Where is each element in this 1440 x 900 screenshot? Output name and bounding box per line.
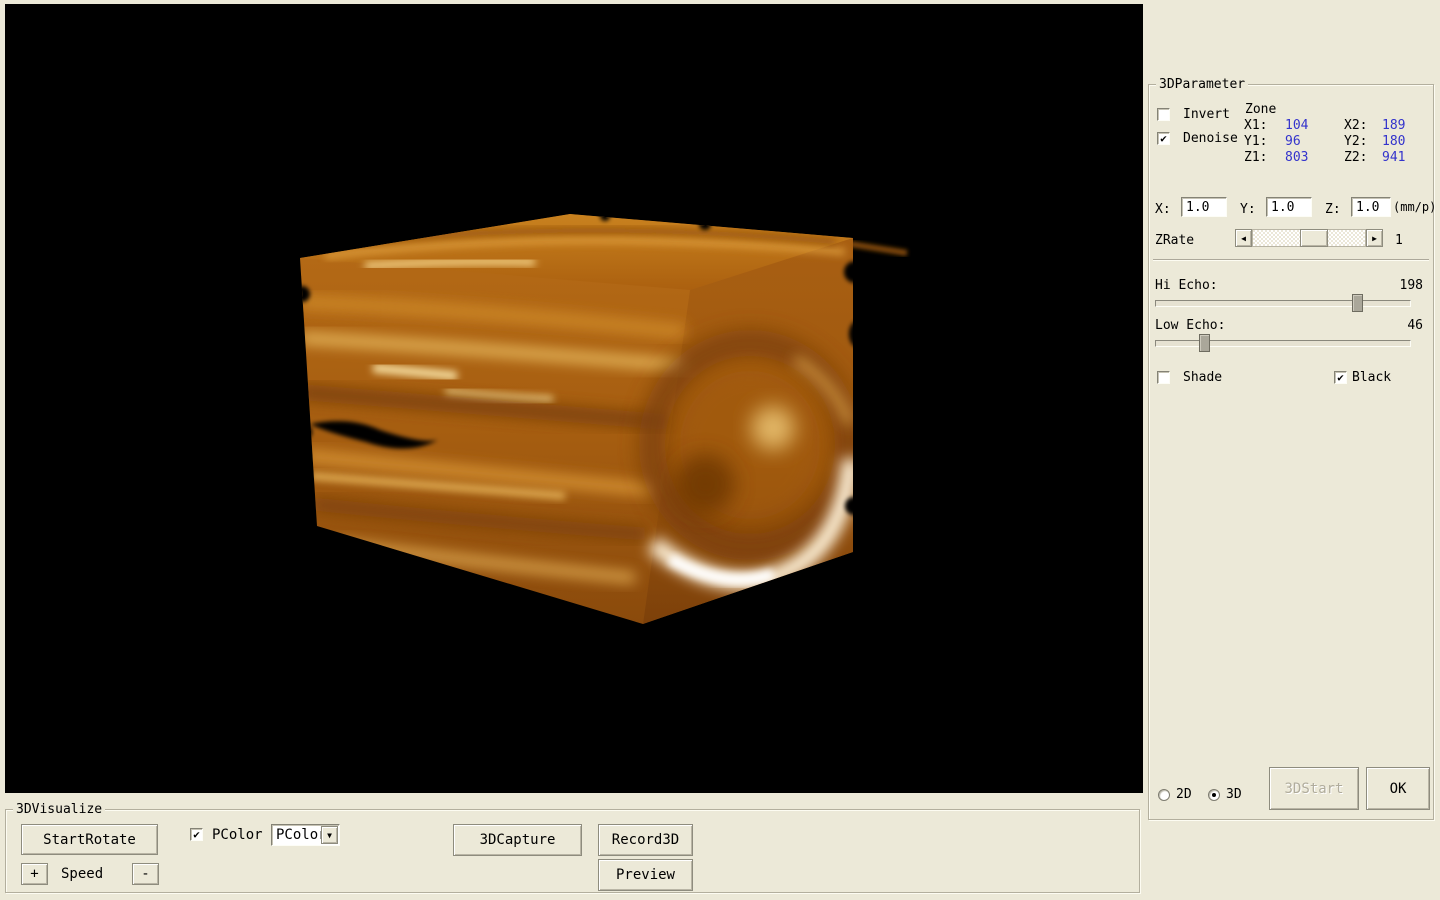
zone-z1-value: 803 bbox=[1285, 150, 1308, 165]
radio-dot-icon bbox=[1212, 793, 1216, 797]
zone-title: Zone bbox=[1245, 102, 1276, 117]
speed-minus-button[interactable]: - bbox=[132, 863, 159, 885]
pcolor-dropdown-value: PColor bbox=[276, 827, 327, 843]
zone-z1-label: Z1: bbox=[1244, 150, 1267, 165]
low-echo-slider-thumb[interactable] bbox=[1199, 334, 1210, 352]
capture-3d-button[interactable]: 3DCapture bbox=[453, 824, 582, 856]
low-echo-label: Low Echo: bbox=[1155, 318, 1225, 333]
pcolor-dropdown-button[interactable]: ▼ bbox=[321, 826, 338, 844]
low-echo-slider-track[interactable] bbox=[1155, 340, 1411, 347]
scroll-left-icon: ◀ bbox=[1241, 234, 1246, 243]
zrate-scroll-left-button[interactable]: ◀ bbox=[1235, 229, 1252, 247]
visualize-panel: 3DVisualize StartRotate + Speed - ✔ PCol… bbox=[5, 809, 1140, 893]
parameter-panel-title: 3DParameter bbox=[1156, 77, 1248, 92]
start-3d-button[interactable]: 3DStart bbox=[1269, 767, 1359, 810]
scale-x-input[interactable] bbox=[1181, 197, 1227, 217]
invert-label: Invert bbox=[1183, 107, 1230, 122]
hi-echo-slider[interactable] bbox=[1155, 294, 1411, 312]
zone-z2-label: Z2: bbox=[1344, 150, 1367, 165]
scale-unit-label: (mm/p) bbox=[1393, 200, 1436, 214]
pcolor-dropdown[interactable]: PColor ▼ bbox=[271, 824, 340, 846]
parameter-panel: 3DParameter Invert ✔ Denoise Zone X1: 10… bbox=[1148, 84, 1434, 820]
start-rotate-button[interactable]: StartRotate bbox=[21, 824, 158, 855]
mode-3d-label: 3D bbox=[1226, 787, 1242, 802]
app-window: { "colors": { "window_bg": "#ece9d8", "v… bbox=[0, 0, 1440, 900]
zone-z2-value: 941 bbox=[1382, 150, 1405, 165]
zrate-value: 1 bbox=[1395, 233, 1403, 248]
zone-y1-value: 96 bbox=[1285, 134, 1301, 149]
check-icon: ✔ bbox=[1160, 133, 1167, 144]
zone-x2-value: 189 bbox=[1382, 118, 1405, 133]
denoise-checkbox[interactable]: ✔ bbox=[1157, 132, 1170, 145]
zone-y2-value: 180 bbox=[1382, 134, 1405, 149]
zrate-scroll-right-button[interactable]: ▶ bbox=[1366, 229, 1383, 247]
volume-render-3d bbox=[5, 4, 1143, 793]
zrate-scrollbar: ◀ ▶ bbox=[1235, 229, 1383, 247]
speed-plus-button[interactable]: + bbox=[21, 863, 48, 885]
zone-y1-label: Y1: bbox=[1244, 134, 1267, 149]
zone-x1-value: 104 bbox=[1285, 118, 1308, 133]
render-viewport[interactable] bbox=[5, 4, 1143, 793]
pcolor-checkbox-label: PColor bbox=[212, 827, 263, 843]
check-icon: ✔ bbox=[1337, 372, 1344, 383]
hi-echo-value: 198 bbox=[1379, 278, 1423, 293]
zone-y2-label: Y2: bbox=[1344, 134, 1367, 149]
preview-button[interactable]: Preview bbox=[598, 859, 693, 891]
shade-label: Shade bbox=[1183, 370, 1222, 385]
invert-checkbox[interactable] bbox=[1157, 108, 1170, 121]
low-echo-value: 46 bbox=[1379, 318, 1423, 333]
hi-echo-slider-thumb[interactable] bbox=[1352, 294, 1363, 312]
scale-y-label: Y: bbox=[1240, 202, 1256, 217]
visualize-panel-title: 3DVisualize bbox=[13, 802, 105, 817]
denoise-label: Denoise bbox=[1183, 131, 1238, 146]
check-icon: ✔ bbox=[193, 829, 200, 840]
pcolor-checkbox[interactable]: ✔ bbox=[190, 828, 203, 841]
speed-label: Speed bbox=[61, 866, 103, 882]
mode-2d-label: 2D bbox=[1176, 787, 1192, 802]
chevron-down-icon: ▼ bbox=[327, 831, 332, 840]
hi-echo-slider-track[interactable] bbox=[1155, 300, 1411, 307]
black-checkbox[interactable]: ✔ bbox=[1334, 371, 1347, 384]
zone-x2-label: X2: bbox=[1344, 118, 1367, 133]
hi-echo-label: Hi Echo: bbox=[1155, 278, 1218, 293]
record-3d-button[interactable]: Record3D bbox=[598, 824, 693, 856]
scale-z-input[interactable] bbox=[1351, 197, 1391, 217]
scale-z-label: Z: bbox=[1325, 202, 1341, 217]
scale-x-label: X: bbox=[1155, 202, 1171, 217]
zrate-label: ZRate bbox=[1155, 233, 1194, 248]
low-echo-slider[interactable] bbox=[1155, 334, 1411, 352]
scroll-right-icon: ▶ bbox=[1372, 234, 1377, 243]
shade-checkbox[interactable] bbox=[1157, 371, 1170, 384]
zrate-scroll-thumb[interactable] bbox=[1300, 229, 1328, 247]
zone-x1-label: X1: bbox=[1244, 118, 1267, 133]
ok-button[interactable]: OK bbox=[1366, 767, 1430, 810]
mode-3d-radio[interactable] bbox=[1208, 789, 1220, 801]
black-label: Black bbox=[1352, 370, 1391, 385]
mode-2d-radio[interactable] bbox=[1158, 789, 1170, 801]
section-separator bbox=[1153, 259, 1429, 261]
scale-y-input[interactable] bbox=[1266, 197, 1312, 217]
